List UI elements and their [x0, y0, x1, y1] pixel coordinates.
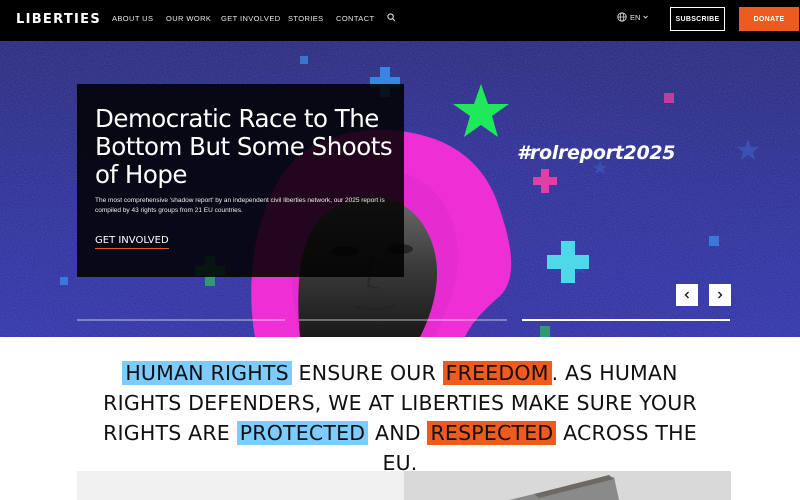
feature-card-right[interactable] [404, 471, 731, 500]
chevron-down-icon [643, 15, 649, 19]
donate-button[interactable]: DONATE [739, 7, 799, 31]
language-selector[interactable]: EN [617, 12, 649, 22]
slide-indicator-2[interactable] [299, 319, 507, 321]
feature-card-left[interactable] [77, 471, 404, 500]
top-navigation: LIBERTIES ABOUT US OUR WORK GET INVOLVED… [0, 0, 800, 41]
highlight-freedom: FREEDOM [442, 361, 552, 385]
nav-link-about-us[interactable]: ABOUT US [112, 14, 153, 23]
search-icon[interactable] [387, 13, 396, 22]
chevron-right-icon [718, 291, 723, 299]
get-involved-link[interactable]: GET INVOLVED [95, 235, 169, 249]
logo[interactable]: LIBERTIES [8, 9, 100, 29]
brand-name: LIBERTIES [16, 11, 101, 27]
hero-hashtag: #rolreport2025 [517, 142, 676, 164]
language-label: EN [630, 12, 641, 22]
statement-text: ENSURE OUR [291, 361, 443, 385]
globe-icon [617, 12, 627, 22]
hero-title: Democratic Race to The Bottom But Some S… [95, 104, 393, 189]
next-slide-button[interactable] [709, 284, 731, 306]
previous-slide-button[interactable] [676, 284, 698, 306]
slide-indicator-3[interactable] [522, 319, 730, 321]
nav-link-get-involved[interactable]: GET INVOLVED [221, 14, 281, 23]
chevron-left-icon [684, 291, 689, 299]
slide-indicator-1[interactable] [77, 319, 285, 321]
highlight-protected: PROTECTED [236, 421, 369, 445]
highlight-human-rights: HUMAN RIGHTS [122, 361, 292, 385]
hero-card: Democratic Race to The Bottom But Some S… [77, 84, 404, 277]
hero-banner: Democratic Race to The Bottom But Some S… [0, 41, 800, 337]
feature-image [509, 475, 619, 500]
hero-description: The most comprehensive 'shadow report' b… [95, 197, 385, 214]
subscribe-button[interactable]: SUBSCRIBE [670, 7, 725, 31]
nav-link-stories[interactable]: STORIES [288, 14, 324, 23]
nav-link-contact[interactable]: CONTACT [336, 14, 375, 23]
mission-statement: HUMAN RIGHTS ENSURE OUR FREEDOM. AS HUMA… [100, 358, 700, 478]
statement-text: AND [368, 421, 428, 445]
nav-link-our-work[interactable]: OUR WORK [166, 14, 211, 23]
highlight-respected: RESPECTED [427, 421, 557, 445]
